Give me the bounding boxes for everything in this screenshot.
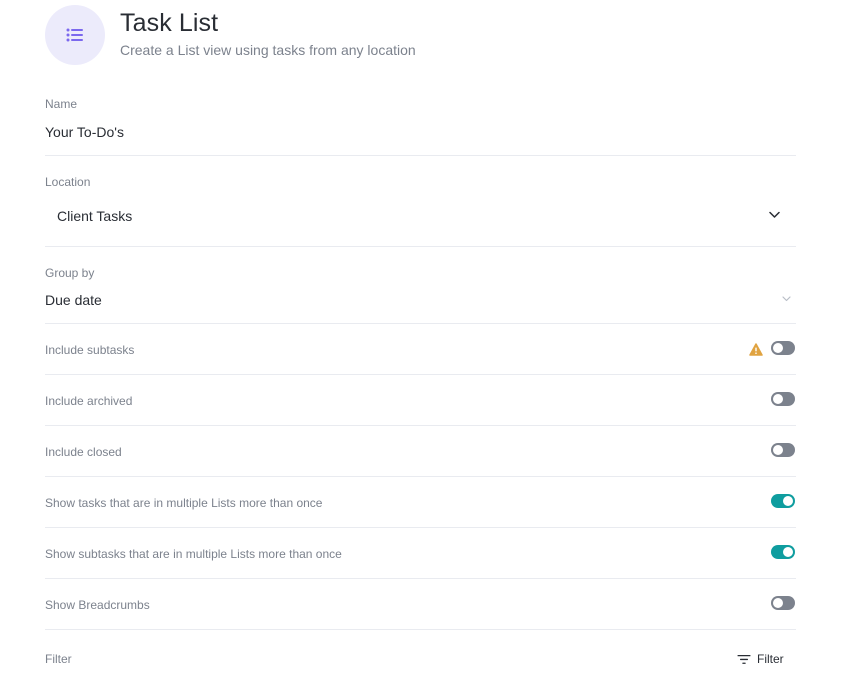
show-tasks-multiple-lists-label: Show tasks that are in multiple Lists mo… bbox=[45, 496, 323, 510]
divider bbox=[45, 425, 796, 426]
include-subtasks-toggle[interactable] bbox=[771, 341, 795, 355]
filter-button-label: Filter bbox=[757, 652, 784, 666]
divider bbox=[45, 155, 796, 156]
view-header: Task List Create a List view using tasks… bbox=[45, 5, 805, 65]
list-icon bbox=[66, 28, 83, 42]
location-select[interactable]: Client Tasks bbox=[45, 196, 796, 236]
divider bbox=[45, 476, 796, 477]
name-label: Name bbox=[45, 97, 78, 111]
view-type-avatar bbox=[45, 5, 105, 65]
toggle-knob bbox=[773, 394, 783, 404]
show-breadcrumbs-label: Show Breadcrumbs bbox=[45, 598, 150, 612]
name-input[interactable]: Your To-Do's bbox=[45, 124, 124, 140]
include-archived-toggle[interactable] bbox=[771, 392, 795, 406]
include-subtasks-label: Include subtasks bbox=[45, 343, 135, 357]
page-title: Task List bbox=[120, 9, 219, 37]
toggle-knob bbox=[773, 445, 783, 455]
filter-button[interactable]: Filter bbox=[737, 650, 784, 668]
toggle-knob bbox=[783, 547, 793, 557]
divider bbox=[45, 374, 796, 375]
group-by-select[interactable]: Due date bbox=[45, 286, 796, 314]
divider bbox=[45, 578, 796, 579]
divider bbox=[45, 323, 796, 324]
show-subtasks-multiple-lists-toggle[interactable] bbox=[771, 545, 795, 559]
toggle-knob bbox=[773, 343, 783, 353]
group-by-value: Due date bbox=[45, 292, 102, 308]
chevron-down-icon bbox=[782, 296, 791, 302]
include-closed-toggle[interactable] bbox=[771, 443, 795, 457]
show-breadcrumbs-toggle[interactable] bbox=[771, 596, 795, 610]
show-subtasks-multiple-lists-label: Show subtasks that are in multiple Lists… bbox=[45, 547, 342, 561]
filter-icon bbox=[737, 654, 751, 664]
group-by-label: Group by bbox=[45, 266, 95, 280]
toggle-knob bbox=[783, 496, 793, 506]
location-label: Location bbox=[45, 175, 91, 189]
include-closed-label: Include closed bbox=[45, 445, 122, 459]
page-subtitle: Create a List view using tasks from any … bbox=[120, 42, 416, 58]
toggle-knob bbox=[773, 598, 783, 608]
divider bbox=[45, 246, 796, 247]
chevron-down-icon bbox=[769, 211, 780, 218]
warning-icon[interactable] bbox=[749, 343, 763, 356]
divider bbox=[45, 629, 796, 630]
include-archived-label: Include archived bbox=[45, 394, 133, 408]
location-value: Client Tasks bbox=[57, 208, 133, 224]
show-tasks-multiple-lists-toggle[interactable] bbox=[771, 494, 795, 508]
filter-label: Filter bbox=[45, 652, 72, 666]
divider bbox=[45, 527, 796, 528]
